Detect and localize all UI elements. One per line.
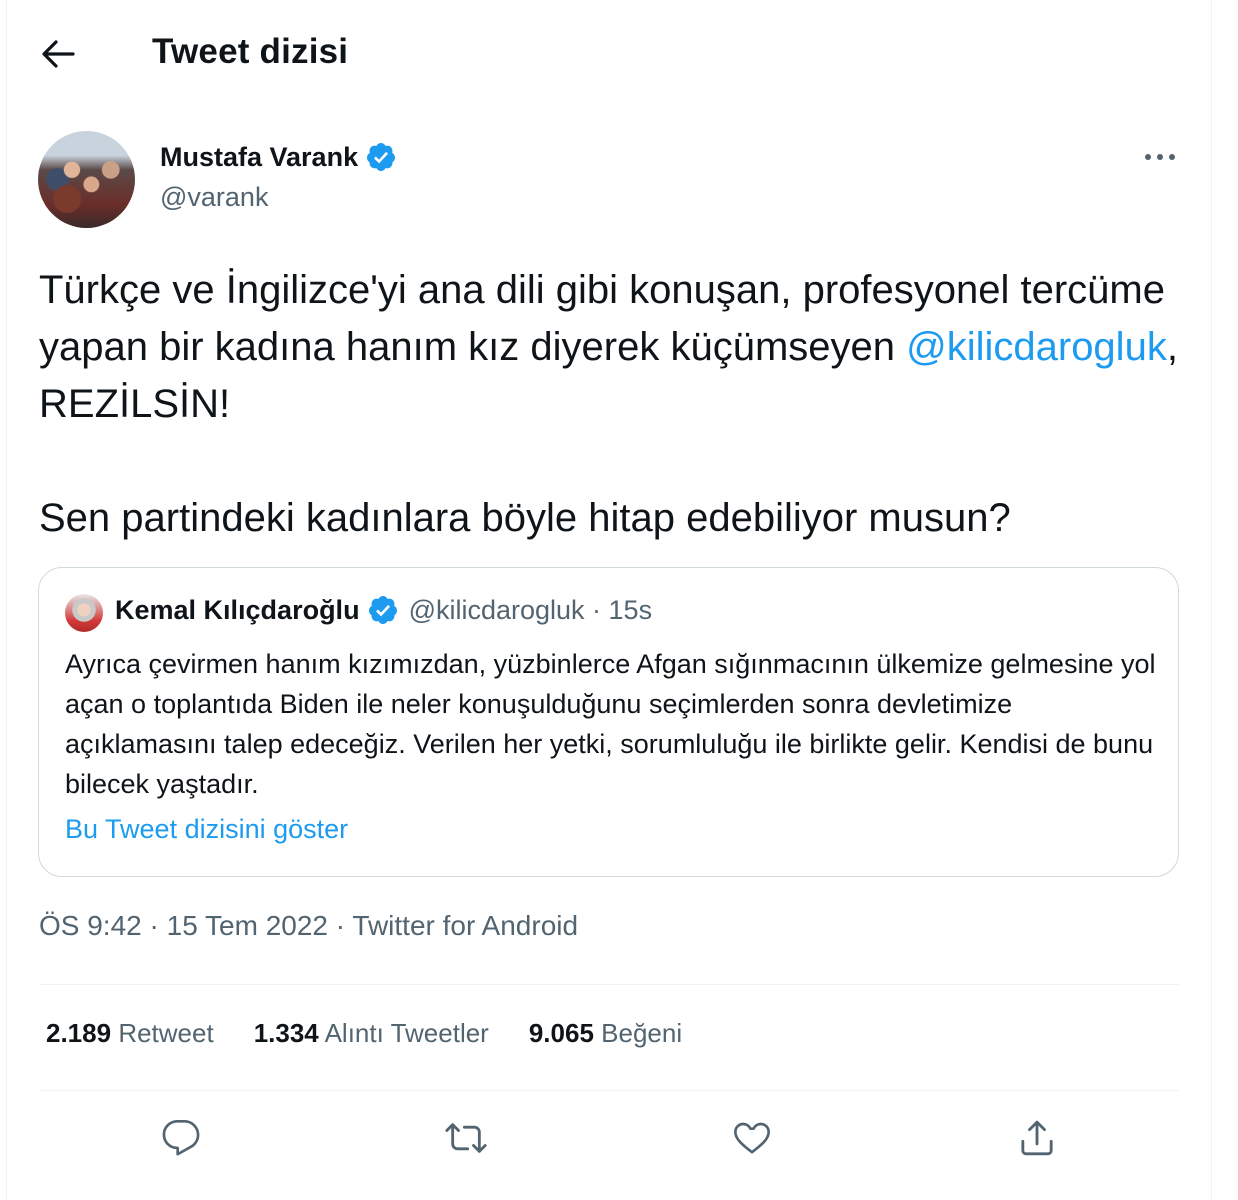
retweet-button[interactable]: [442, 1114, 490, 1162]
share-button[interactable]: [1013, 1114, 1061, 1162]
like-count-label: Beğeni: [601, 1018, 683, 1048]
separator: ·: [328, 910, 353, 941]
author-name[interactable]: Mustafa Varank: [160, 141, 397, 173]
retweet-count-label: Retweet: [118, 1018, 214, 1048]
tweet-timestamp: ÖS 9:42 · 15 Tem 2022 · Twitter for Andr…: [39, 910, 578, 942]
quoted-tweet-text: Ayrıca çevirmen hanım kızımızdan, yüzbin…: [65, 649, 1156, 799]
tweet-time[interactable]: ÖS 9:42: [39, 910, 142, 941]
like-count-number: 9.065: [528, 1018, 594, 1048]
retweet-count-number: 2.189: [46, 1018, 112, 1048]
tweet-text: Türkçe ve İngilizce'yi ana dili gibi kon…: [39, 262, 1189, 547]
divider: [39, 984, 1179, 985]
quote-count-label: Alıntı Tweetler: [324, 1018, 489, 1048]
quoted-tweet-meta: @kilicdarogluk · 15s: [408, 594, 653, 625]
quote-count[interactable]: 1.334 Alıntı Tweetler: [254, 1018, 489, 1049]
separator: ·: [141, 910, 167, 941]
like-icon: [732, 1118, 772, 1158]
quoted-tweet-header: Kemal Kılıçdaroğlu @kilicdarogluk · 15s: [115, 594, 652, 626]
back-button[interactable]: [36, 34, 80, 74]
arrow-left-icon: [41, 39, 75, 69]
divider: [39, 1090, 1179, 1091]
more-horizontal-icon: [1144, 153, 1176, 161]
tweet-date[interactable]: 15 Tem 2022: [167, 910, 328, 941]
mention-link[interactable]: @kilicdarogluk: [906, 325, 1167, 369]
share-icon: [1017, 1118, 1057, 1158]
tweet-paragraph-2: Sen partindeki kadınlara böyle hitap ede…: [39, 496, 1011, 540]
quote-count-number: 1.334: [253, 1018, 319, 1048]
verified-badge-icon: [365, 141, 397, 173]
like-button[interactable]: [728, 1114, 776, 1162]
reply-button[interactable]: [157, 1114, 205, 1162]
retweet-icon: [444, 1118, 488, 1158]
quoted-author-name: Kemal Kılıçdaroğlu: [115, 594, 360, 625]
tweet-source[interactable]: Twitter for Android: [352, 910, 578, 941]
author-name-text: Mustafa Varank: [160, 141, 359, 172]
quoted-author-avatar: [65, 594, 103, 632]
verified-badge-icon: [367, 594, 399, 626]
retweet-count[interactable]: 2.189 Retweet: [46, 1018, 214, 1049]
reply-icon: [161, 1118, 201, 1158]
more-button[interactable]: [1140, 140, 1180, 174]
show-thread-link[interactable]: Bu Tweet dizisini göster: [65, 814, 348, 845]
tweet-paragraph-1: Türkçe ve İngilizce'yi ana dili gibi kon…: [39, 262, 1189, 433]
author-avatar[interactable]: [38, 131, 135, 228]
like-count[interactable]: 9.065 Beğeni: [529, 1018, 682, 1049]
page-title: Tweet dizisi: [152, 32, 349, 71]
quoted-tweet-card[interactable]: Kemal Kılıçdaroğlu @kilicdarogluk · 15s …: [38, 567, 1179, 877]
tweet-stats: 2.189 Retweet 1.334 Alıntı Tweetler 9.06…: [46, 1018, 682, 1049]
author-handle[interactable]: @varank: [160, 182, 268, 213]
